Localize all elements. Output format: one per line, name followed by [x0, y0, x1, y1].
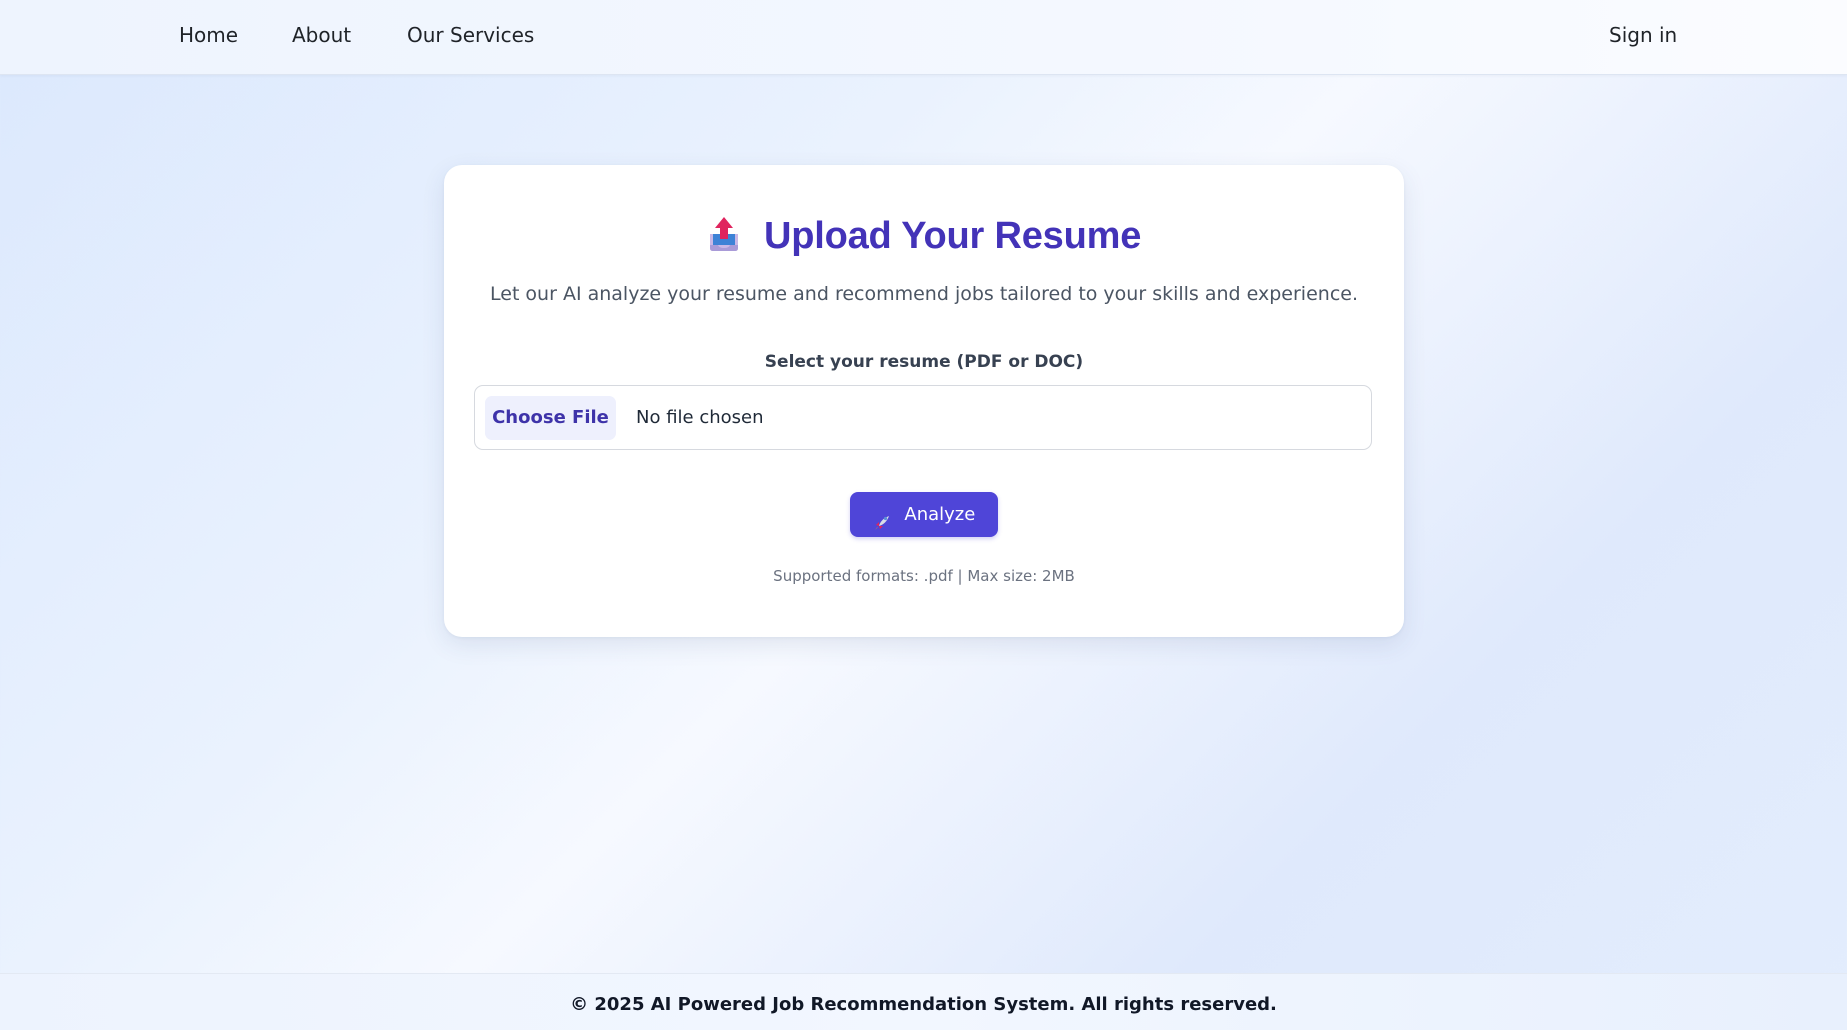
rocket-icon — [873, 504, 891, 530]
sign-in-link[interactable]: Sign in — [1609, 20, 1677, 50]
copyright-text: © 2025 AI Powered Job Recommendation Sys… — [570, 994, 1277, 1015]
supported-formats-note: Supported formats: .pdf | Max size: 2MB — [773, 567, 1075, 585]
resume-file-label: Select your resume (PDF or DOC) — [764, 352, 1084, 372]
nav-link-home[interactable]: Home — [179, 20, 238, 50]
nav-link-about[interactable]: About — [292, 20, 351, 50]
page-subtitle: Let our AI analyze your resume and recom… — [490, 283, 1358, 305]
file-status-text: No file chosen — [636, 407, 764, 428]
top-navbar: Home About Our Services Sign in — [0, 0, 1847, 75]
upload-card: Upload Your Resume Let our AI analyze yo… — [444, 165, 1404, 637]
analyze-button-label: Analyze — [904, 504, 976, 525]
card-header: Upload Your Resume — [444, 215, 1404, 265]
page-footer: © 2025 AI Powered Job Recommendation Sys… — [0, 973, 1847, 1030]
nav-link-our-services[interactable]: Our Services — [407, 20, 534, 50]
choose-file-button[interactable]: Choose File — [485, 396, 616, 440]
resume-file-input[interactable]: Choose File No file chosen — [474, 385, 1372, 450]
outbox-tray-icon — [707, 214, 741, 252]
page-title: Upload Your Resume — [763, 215, 1142, 257]
analyze-button[interactable]: Analyze — [850, 492, 998, 537]
